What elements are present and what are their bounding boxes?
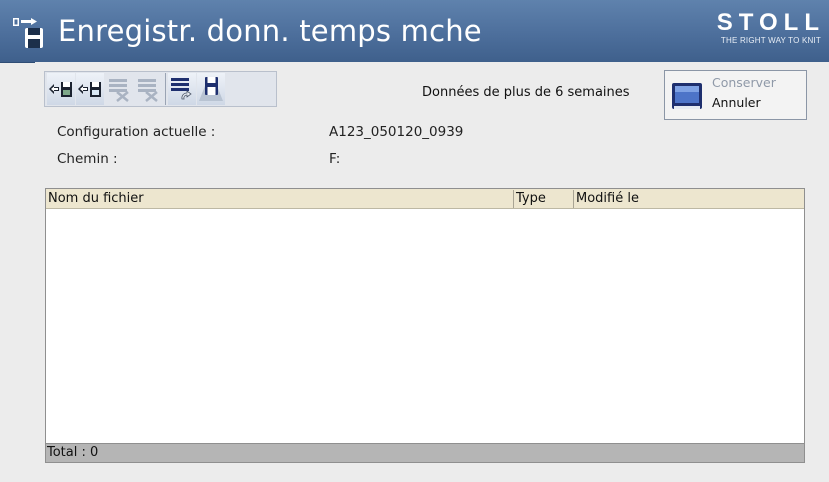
- export-button[interactable]: [76, 73, 104, 105]
- export-icon: [78, 82, 101, 97]
- table-footer: Total : 0: [46, 443, 804, 462]
- delete-all-icon: [138, 79, 158, 102]
- column-header-modified[interactable]: Modifié le: [574, 190, 796, 208]
- delete-row-button[interactable]: [105, 73, 133, 105]
- title-bar: Enregistr. donn. temps mche STOLL THE RI…: [0, 0, 829, 63]
- import-icon: [49, 82, 72, 97]
- window-title: Enregistr. donn. temps mche: [58, 14, 482, 48]
- total-count: Total : 0: [47, 445, 99, 460]
- brand-logo: STOLL THE RIGHT WAY TO KNIT: [717, 10, 821, 46]
- table-header: Nom du fichier Type Modifié le: [46, 189, 804, 209]
- keep-cancel-toggle[interactable]: Conserver Annuler: [664, 70, 807, 120]
- file-table[interactable]: Nom du fichier Type Modifié le Total : 0: [45, 188, 805, 463]
- config-value: A123_050120_0939: [329, 124, 464, 140]
- monitor-icon: [672, 83, 702, 109]
- toolbar: [44, 71, 277, 107]
- brand-tagline: THE RIGHT WAY TO KNIT: [720, 36, 821, 45]
- column-header-filename[interactable]: Nom du fichier: [46, 190, 514, 208]
- refresh-list-button[interactable]: [168, 73, 196, 105]
- path-label: Chemin :: [57, 151, 118, 167]
- toolbar-separator: [165, 73, 166, 105]
- save-data-button[interactable]: [197, 73, 225, 105]
- path-value: F:: [329, 151, 341, 167]
- save-data-icon: [199, 77, 223, 101]
- refresh-list-icon: [171, 78, 192, 100]
- data-record-icon: [13, 18, 43, 48]
- brand-name: STOLL: [716, 9, 825, 36]
- keep-label: Conserver: [712, 75, 776, 90]
- old-data-label: Données de plus de 6 semaines: [422, 85, 630, 100]
- delete-row-icon: [109, 79, 129, 102]
- import-button[interactable]: [47, 73, 75, 105]
- delete-all-button[interactable]: [134, 73, 162, 105]
- cancel-label: Annuler: [712, 95, 761, 110]
- config-label: Configuration actuelle :: [57, 124, 216, 140]
- main-panel: Données de plus de 6 semaines Conserver …: [35, 62, 829, 482]
- column-header-type[interactable]: Type: [514, 190, 574, 208]
